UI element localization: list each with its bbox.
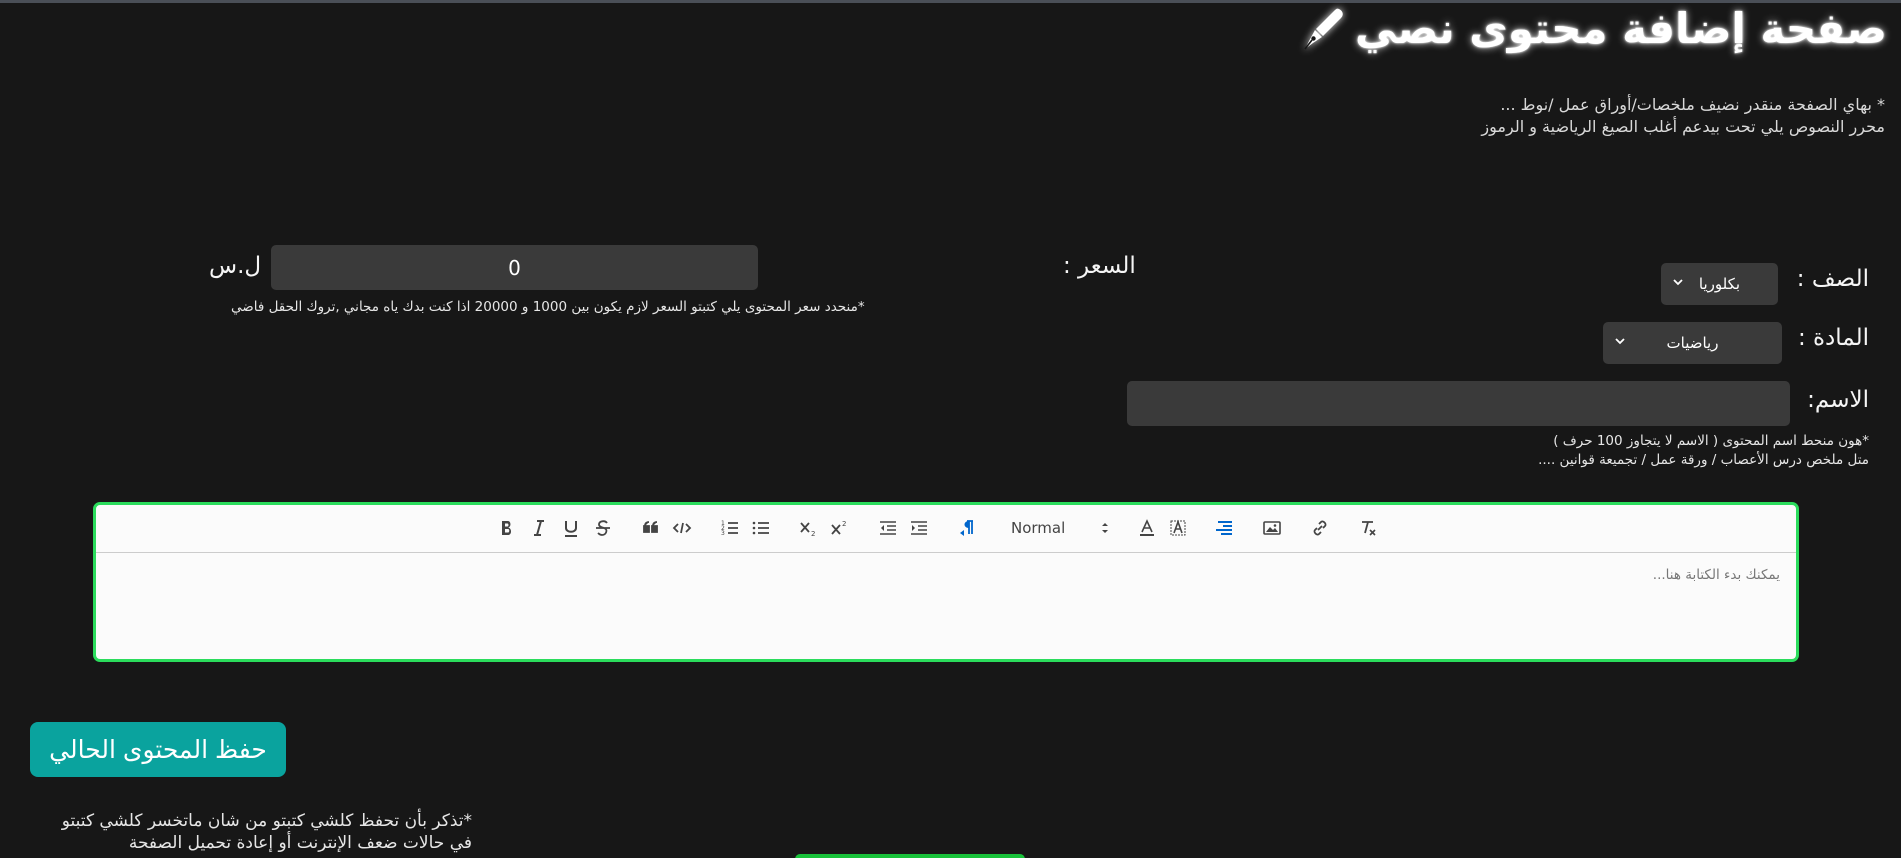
intro-line-1: * بهاي الصفحة منقدر نضيف ملخصات/أوراق عم… bbox=[1500, 95, 1885, 114]
grade-select[interactable]: بكلوريا bbox=[1661, 263, 1778, 305]
price-hint: *منحدد سعر المحتوى يلي كتبتو السعر لازم … bbox=[231, 299, 865, 315]
header-picker[interactable]: Normal bbox=[1011, 518, 1111, 538]
background-color-icon[interactable] bbox=[1167, 517, 1189, 539]
image-icon[interactable] bbox=[1261, 517, 1283, 539]
indent-increase-icon[interactable] bbox=[908, 517, 930, 539]
svg-text:2: 2 bbox=[842, 520, 846, 528]
bold-icon[interactable] bbox=[496, 517, 518, 539]
blockquote-icon[interactable] bbox=[640, 517, 662, 539]
ordered-list-icon[interactable]: 123 bbox=[719, 517, 741, 539]
save-reminder-note: *تذكر بأن تحفظ كلشي كتبتو من شان ماتخسر … bbox=[61, 811, 472, 853]
price-currency: ل.س bbox=[209, 253, 262, 279]
bullet-list-icon[interactable] bbox=[750, 517, 772, 539]
header-picker-value: Normal bbox=[1011, 519, 1066, 537]
subject-select-value: رياضيات bbox=[1666, 334, 1719, 352]
chevron-down-icon bbox=[1615, 338, 1625, 345]
link-icon[interactable] bbox=[1309, 517, 1331, 539]
chevron-down-icon bbox=[1673, 279, 1683, 286]
rtl-direction-icon[interactable] bbox=[956, 517, 978, 539]
clear-format-icon[interactable] bbox=[1357, 517, 1379, 539]
name-hint-1: *هون منحط اسم المحتوى ( الاسم لا يتجاوز … bbox=[1553, 433, 1869, 449]
grade-select-value: بكلوريا bbox=[1698, 275, 1741, 293]
price-label: السعر : bbox=[1063, 253, 1136, 279]
text-color-icon[interactable] bbox=[1136, 517, 1158, 539]
strike-icon[interactable] bbox=[592, 517, 614, 539]
editor-content-area[interactable]: يمكنك بدء الكتابة هنا... bbox=[96, 553, 1796, 659]
svg-text:2: 2 bbox=[811, 530, 815, 538]
name-input[interactable] bbox=[1127, 381, 1790, 426]
bottom-action-button-partial[interactable] bbox=[795, 854, 1025, 858]
subject-select[interactable]: رياضيات bbox=[1603, 322, 1782, 364]
page-title: صفحة إضافة محتوى نصي bbox=[1299, 4, 1887, 53]
name-label: الاسم: bbox=[1807, 387, 1869, 413]
subject-label: المادة : bbox=[1797, 325, 1869, 351]
superscript-icon[interactable]: 2 bbox=[829, 517, 851, 539]
svg-text:3: 3 bbox=[721, 530, 725, 537]
rich-text-editor: 123 2 2 Normal يمكنك بدء الكتابة هنا... bbox=[93, 502, 1799, 662]
editor-toolbar: 123 2 2 Normal bbox=[96, 505, 1796, 553]
picker-arrows-icon bbox=[1102, 523, 1108, 533]
add-text-content-page: صفحة إضافة محتوى نصي * بهاي الصفحة منقدر… bbox=[0, 0, 1901, 858]
align-right-icon[interactable] bbox=[1213, 517, 1235, 539]
editor-placeholder: يمكنك بدء الكتابة هنا... bbox=[1652, 567, 1780, 583]
pen-icon bbox=[1299, 5, 1347, 53]
name-hint-2: متل ملخص درس الأعصاب / ورقة عمل / تجميعة… bbox=[1538, 452, 1869, 468]
underline-icon[interactable] bbox=[560, 517, 582, 539]
price-input[interactable]: 0 bbox=[271, 245, 758, 290]
page-intro: * بهاي الصفحة منقدر نضيف ملخصات/أوراق عم… bbox=[1481, 94, 1885, 138]
indent-decrease-icon[interactable] bbox=[877, 517, 899, 539]
italic-icon[interactable] bbox=[528, 517, 550, 539]
grade-label: الصف : bbox=[1796, 266, 1869, 292]
intro-line-2: محرر النصوص يلي تحت بيدعم أغلب الصيغ الر… bbox=[1481, 117, 1885, 136]
save-content-button[interactable]: حفظ المحتوى الحالي bbox=[30, 722, 286, 777]
code-block-icon[interactable] bbox=[671, 517, 693, 539]
subscript-icon[interactable]: 2 bbox=[798, 517, 820, 539]
page-title-text: صفحة إضافة محتوى نصي bbox=[1354, 4, 1887, 53]
